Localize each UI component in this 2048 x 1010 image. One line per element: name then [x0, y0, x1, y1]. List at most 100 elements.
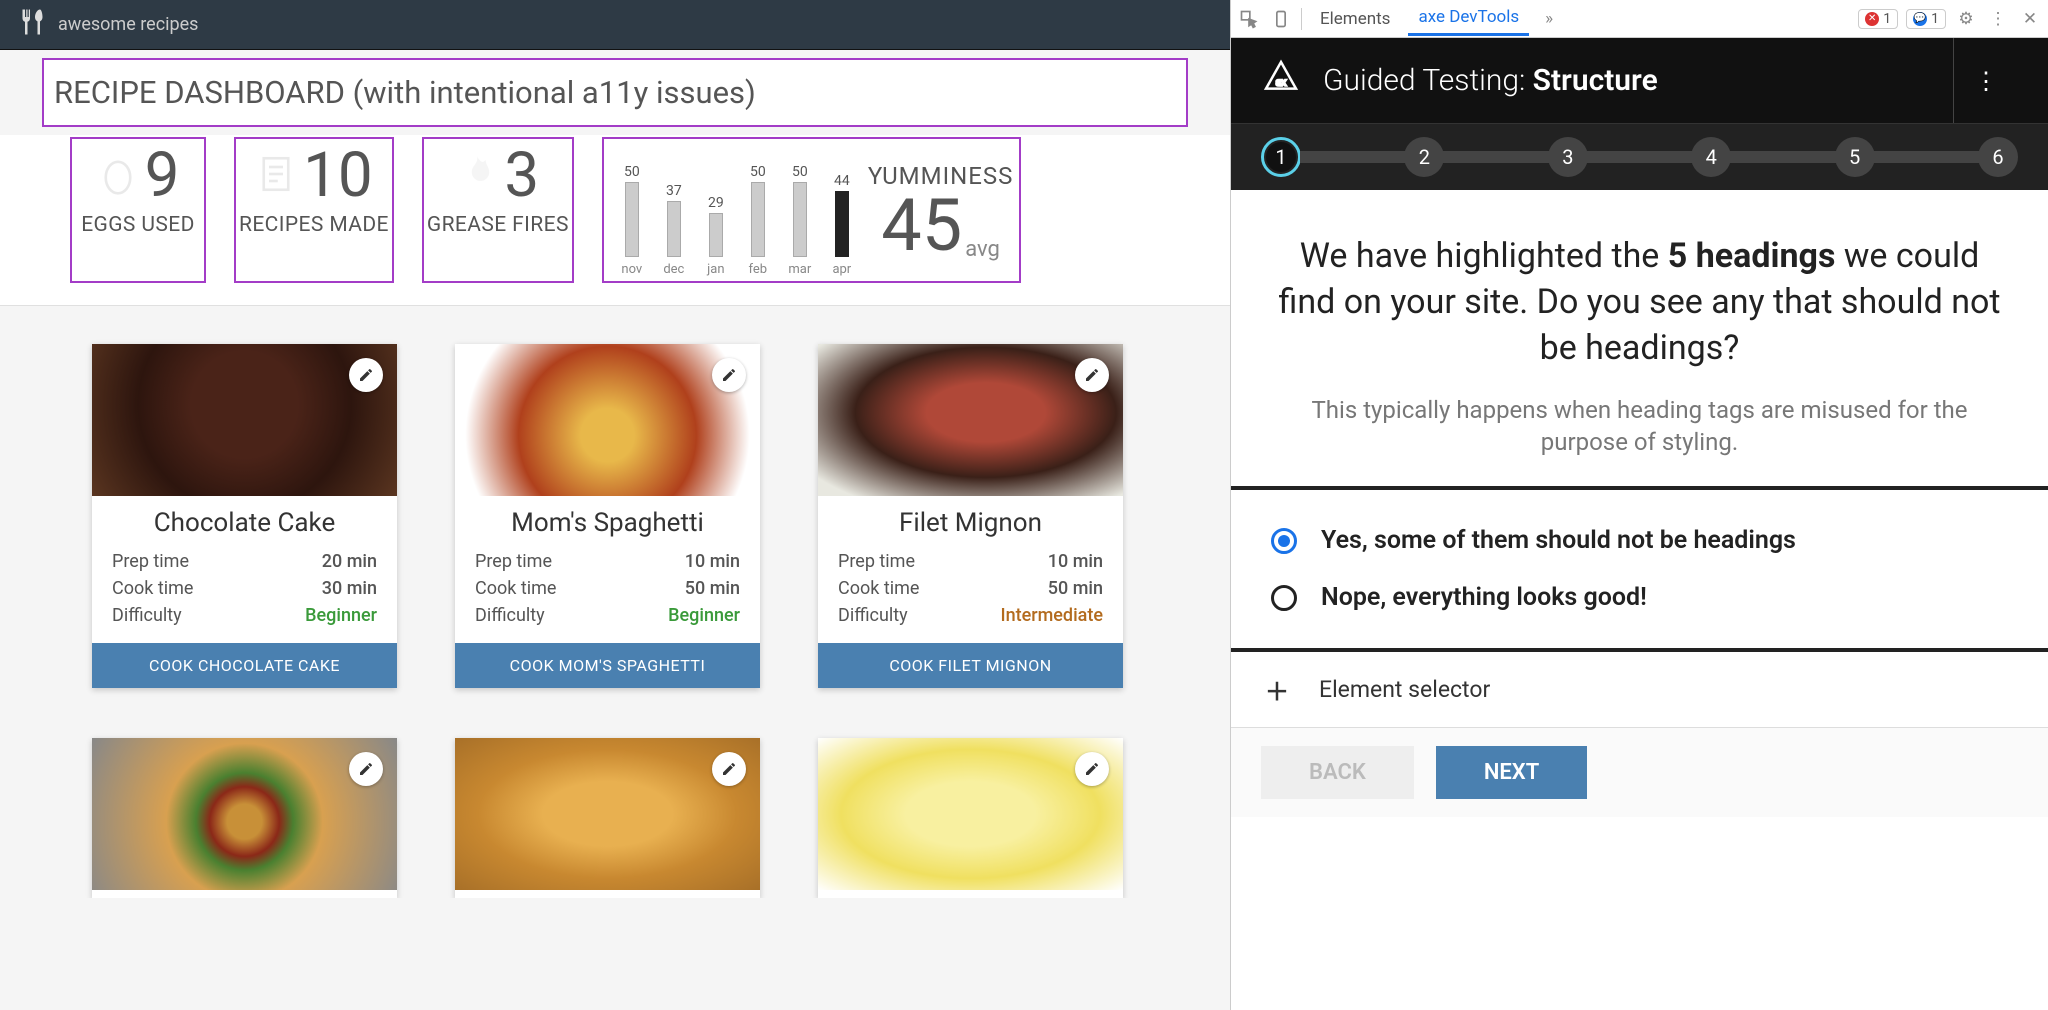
pencil-icon	[1084, 367, 1100, 383]
step-connector	[1730, 151, 1835, 163]
step-connector	[1874, 151, 1979, 163]
step-1[interactable]: 1	[1261, 137, 1301, 177]
egg-icon	[97, 153, 139, 199]
recipe-card: Mom's Spaghetti Prep time10 min Cook tim…	[455, 344, 760, 688]
cook-label: Cook time	[475, 578, 556, 599]
cook-label: Cook time	[112, 578, 193, 599]
option-0[interactable]: Yes, some of them should not be headings	[1271, 512, 2008, 569]
plus-icon: ＋	[1265, 672, 1289, 707]
stat-label: GREASE FIRES	[427, 213, 569, 237]
step-connector	[1443, 151, 1548, 163]
close-icon[interactable]: ✕	[2018, 7, 2042, 31]
difficulty-label: Difficulty	[475, 605, 545, 626]
tab-axe-devtools[interactable]: axe DevTools	[1408, 1, 1529, 36]
back-button[interactable]: BACK	[1261, 746, 1414, 799]
question-block: We have highlighted the 5 headings we co…	[1231, 190, 2048, 490]
radio-icon	[1271, 528, 1297, 554]
bar-nov: 50 nov	[616, 164, 648, 277]
pencil-icon	[358, 367, 374, 383]
cook-value: 30 min	[322, 578, 377, 599]
step-2[interactable]: 2	[1404, 137, 1444, 177]
bar-value: 37	[666, 183, 682, 199]
edit-button[interactable]	[1075, 358, 1109, 392]
stat-value: 9	[145, 145, 180, 207]
option-1[interactable]: Nope, everything looks good!	[1271, 569, 2008, 626]
bar-dec: 37 dec	[658, 183, 690, 277]
more-tabs-icon[interactable]: »	[1537, 7, 1561, 31]
stat-eggs: 9 EGGS USED	[70, 137, 206, 283]
element-selector-toggle[interactable]: ＋ Element selector	[1231, 652, 2048, 727]
recipe-grid: Chocolate Cake Prep time20 min Cook time…	[0, 306, 1230, 898]
devtools-panel: Elements axe DevTools » ✕1 💬1 ⚙ ⋮ ✕ ax G…	[1230, 0, 2048, 1010]
stats-row: 9 EGGS USED 10 RECIPES MADE 3 GREASE FIR…	[0, 135, 1230, 306]
recipe-name: Filet Mignon	[818, 496, 1123, 548]
gear-icon[interactable]: ⚙	[1954, 7, 1978, 31]
edit-button[interactable]	[349, 752, 383, 786]
recipe-card	[818, 738, 1123, 898]
kebab-icon[interactable]: ⋮	[1986, 7, 2010, 31]
page-title: RECIPE DASHBOARD (with intentional a11y …	[42, 58, 1188, 127]
bar-label: dec	[663, 262, 684, 277]
step-4[interactable]: 4	[1691, 137, 1731, 177]
step-connector	[1587, 151, 1692, 163]
stat-label: EGGS USED	[81, 213, 195, 237]
bar	[793, 182, 807, 257]
bar	[625, 182, 639, 257]
app-topbar: awesome recipes	[0, 0, 1230, 50]
bar-label: nov	[621, 262, 642, 277]
difficulty-value: Beginner	[668, 605, 740, 626]
bar-label: feb	[749, 262, 768, 277]
edit-button[interactable]	[712, 752, 746, 786]
inspect-icon[interactable]	[1237, 7, 1261, 31]
bar-value: 29	[708, 195, 724, 211]
bar-mar: 50 mar	[784, 164, 816, 277]
flame-icon	[456, 153, 498, 199]
edit-button[interactable]	[1075, 752, 1109, 786]
prep-value: 20 min	[322, 551, 377, 572]
error-badge[interactable]: ✕1	[1858, 9, 1898, 29]
recipe-name: Mom's Spaghetti	[455, 496, 760, 548]
utensils-icon	[20, 7, 50, 42]
question-subtext: This typically happens when heading tags…	[1271, 394, 2008, 459]
device-icon[interactable]	[1269, 7, 1293, 31]
brand-text: awesome recipes	[58, 14, 198, 35]
prep-label: Prep time	[838, 551, 915, 572]
message-badge[interactable]: 💬1	[1906, 9, 1946, 29]
step-6[interactable]: 6	[1978, 137, 2018, 177]
cook-button[interactable]: COOK MOM'S SPAGHETTI	[455, 643, 760, 688]
bar-value: 50	[624, 164, 640, 180]
stat-fires: 3 GREASE FIRES	[422, 137, 574, 283]
bar-value: 50	[750, 164, 766, 180]
panel-title: Guided Testing: Structure	[1323, 63, 1658, 98]
brand[interactable]: awesome recipes	[20, 7, 198, 42]
bar-value: 50	[792, 164, 808, 180]
edit-button[interactable]	[349, 358, 383, 392]
difficulty-label: Difficulty	[838, 605, 908, 626]
pencil-icon	[1084, 761, 1100, 777]
cook-value: 50 min	[685, 578, 740, 599]
app-panel: awesome recipes RECIPE DASHBOARD (with i…	[0, 0, 1230, 1010]
step-3[interactable]: 3	[1548, 137, 1588, 177]
panel-menu-icon[interactable]: ⋮	[1953, 38, 2018, 123]
bar	[751, 182, 765, 257]
bar	[835, 191, 849, 257]
cook-label: Cook time	[838, 578, 919, 599]
bar-label: apr	[832, 262, 851, 277]
stat-recipes: 10 RECIPES MADE	[234, 137, 394, 283]
bar	[667, 201, 681, 257]
step-5[interactable]: 5	[1835, 137, 1875, 177]
yumminess-chart: 50 nov 37 dec 29 jan 50 feb 50 mar 44 ap…	[602, 137, 1022, 283]
cook-value: 50 min	[1048, 578, 1103, 599]
edit-button[interactable]	[712, 358, 746, 392]
recipe-card	[455, 738, 760, 898]
recipe-card	[92, 738, 397, 898]
radio-icon	[1271, 585, 1297, 611]
question-text: We have highlighted the 5 headings we co…	[1271, 234, 2008, 372]
prep-value: 10 min	[685, 551, 740, 572]
difficulty-value: Beginner	[305, 605, 377, 626]
guided-testing-header: ax Guided Testing: Structure ⋮	[1231, 38, 2048, 124]
tab-elements[interactable]: Elements	[1310, 3, 1400, 35]
next-button[interactable]: NEXT	[1436, 746, 1587, 799]
cook-button[interactable]: COOK CHOCOLATE CAKE	[92, 643, 397, 688]
cook-button[interactable]: COOK FILET MIGNON	[818, 643, 1123, 688]
